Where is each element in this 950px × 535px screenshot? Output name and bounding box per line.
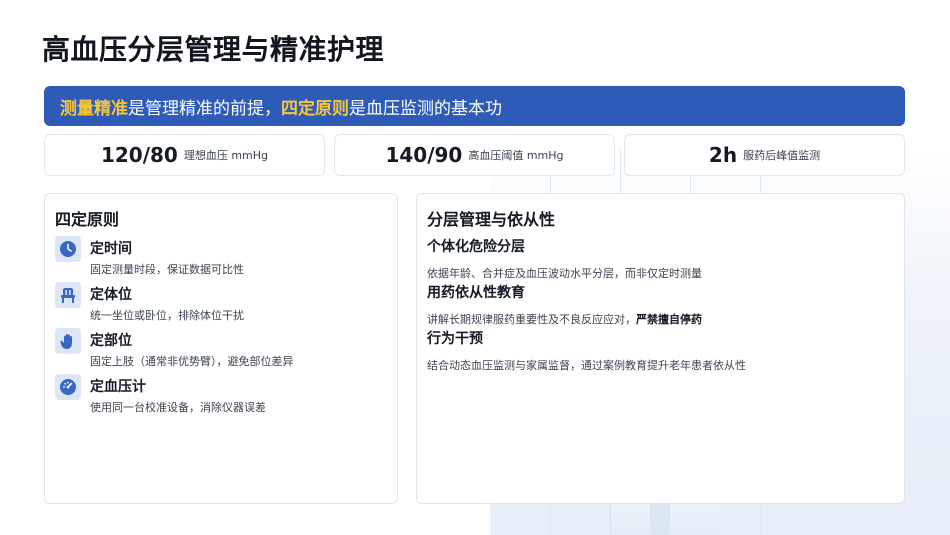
- four-principles-card: 四定原则 定时间 固定测量时段，保证数据可比性 定体位 统一坐位或卧位，排除体位…: [44, 193, 398, 504]
- item-desc: 依据年龄、合并症及血压波动水平分层，而非仅定时测量: [427, 267, 702, 280]
- stat-label: 理想血压 mmHg: [183, 149, 269, 162]
- list-item: 行为干预 结合动态血压监测与家属监督，通过案例教育提升老年患者依从性: [427, 328, 897, 373]
- item-heading: 定部位: [90, 333, 132, 349]
- summary-banner: 测量精准 是管理精准的前提， 四定原则 是血压监测的基本功: [44, 86, 905, 126]
- item-desc: 讲解长期规律服药重要性及不良反应应对，严禁擅自停药: [427, 311, 897, 327]
- item-desc: 固定测量时段，保证数据可比性: [90, 263, 244, 276]
- chair-icon: [55, 282, 81, 308]
- list-item: 定血压计 使用同一台校准设备，消除仪器误差: [55, 374, 385, 418]
- list-item: 用药依从性教育 讲解长期规律服药重要性及不良反应应对，严禁擅自停药: [427, 282, 897, 327]
- banner-text-2: 是血压监测的基本功: [349, 98, 502, 119]
- card-title: 分层管理与依从性: [427, 210, 556, 229]
- item-desc: 统一坐位或卧位，排除体位干扰: [90, 309, 244, 322]
- banner-highlight-2: 四定原则: [281, 98, 349, 119]
- banner-highlight-1: 测量精准: [60, 98, 128, 119]
- stat-value: 120/80: [100, 143, 178, 167]
- item-heading: 定体位: [90, 287, 132, 303]
- stat-card-peak: 2h 服药后峰值监测: [624, 134, 905, 176]
- hand-icon: [55, 328, 81, 354]
- item-heading: 行为干预: [427, 331, 483, 347]
- item-desc: 固定上肢（通常非优势臂），避免部位差异: [90, 355, 294, 368]
- stat-card-ideal: 120/80 理想血压 mmHg: [44, 134, 325, 176]
- item-desc-text: 讲解长期规律服药重要性及不良反应应对，: [427, 313, 636, 326]
- card-title: 四定原则: [55, 210, 120, 229]
- clock-icon: [55, 236, 81, 262]
- list-item: 定部位 固定上肢（通常非优势臂），避免部位差异: [55, 328, 385, 372]
- stat-card-threshold: 140/90 高血压阈值 mmHg: [334, 134, 615, 176]
- gauge-icon: [55, 374, 81, 400]
- page-title: 高血压分层管理与精准护理: [42, 33, 385, 66]
- item-heading: 个体化危险分层: [427, 239, 525, 255]
- stat-label: 服药后峰值监测: [743, 149, 821, 162]
- item-desc: 结合动态血压监测与家属监督，通过案例教育提升老年患者依从性: [427, 359, 746, 372]
- item-desc-emphasis: 严禁擅自停药: [636, 313, 702, 326]
- item-heading: 用药依从性教育: [427, 285, 525, 301]
- list-item: 定时间 固定测量时段，保证数据可比性: [55, 236, 385, 280]
- item-desc: 使用同一台校准设备，消除仪器误差: [90, 401, 266, 414]
- stat-value: 140/90: [385, 143, 463, 167]
- list-item: 个体化危险分层 依据年龄、合并症及血压波动水平分层，而非仅定时测量: [427, 236, 897, 281]
- list-item: 定体位 统一坐位或卧位，排除体位干扰: [55, 282, 385, 326]
- stat-label: 高血压阈值 mmHg: [468, 149, 564, 162]
- banner-text-1: 是管理精准的前提，: [128, 98, 281, 119]
- item-heading: 定时间: [90, 241, 132, 257]
- stratified-management-card: 分层管理与依从性 个体化危险分层 依据年龄、合并症及血压波动水平分层，而非仅定时…: [416, 193, 905, 504]
- item-heading: 定血压计: [90, 379, 146, 395]
- stat-value: 2h: [708, 143, 738, 167]
